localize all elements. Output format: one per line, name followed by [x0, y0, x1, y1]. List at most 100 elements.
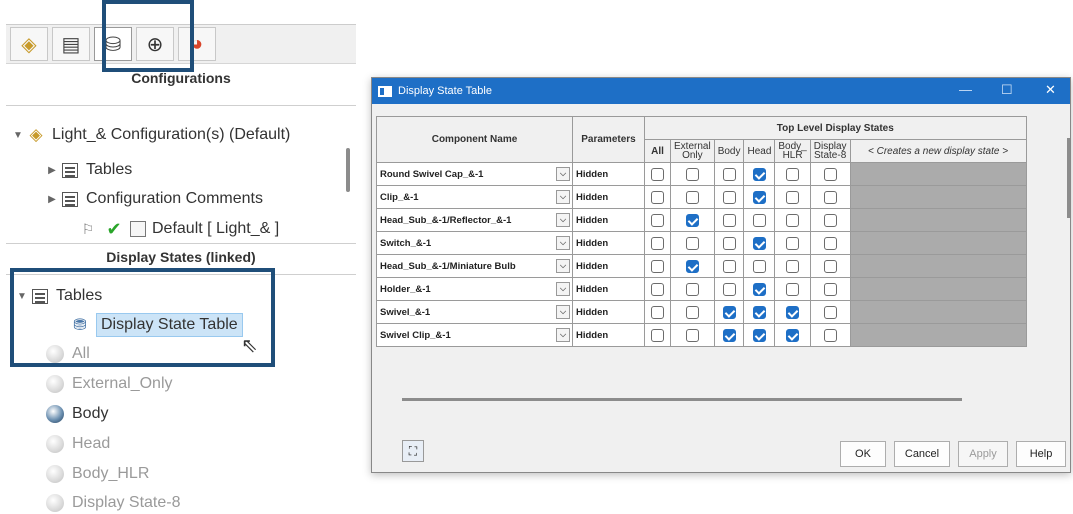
display-state-checkbox[interactable] — [786, 190, 800, 204]
display-state-body-hlr[interactable]: Body_HLR — [46, 465, 149, 483]
display-state-checkbox[interactable] — [786, 213, 800, 227]
component-name-cell[interactable]: Swivel Clip_&-1 ⌵ — [376, 323, 573, 347]
display-state-checkbox[interactable] — [823, 305, 837, 319]
dropdown-icon[interactable]: ⌵ — [556, 167, 570, 181]
display-state-checkbox[interactable] — [752, 213, 766, 227]
maximize-icon[interactable]: ☐ — [1001, 82, 1013, 98]
display-state-checkbox[interactable] — [651, 282, 664, 296]
component-name-cell[interactable]: Holder_&-1 ⌵ — [376, 277, 573, 301]
display-state-checkbox[interactable] — [722, 305, 736, 319]
display-state-checkbox[interactable] — [722, 282, 736, 296]
display-state-checkbox[interactable] — [786, 305, 800, 319]
display-state-checkbox[interactable] — [752, 190, 766, 204]
display-state-external-only[interactable]: External_Only — [46, 375, 173, 393]
display-state-checkbox[interactable] — [651, 259, 664, 273]
display-state-checkbox[interactable] — [685, 259, 699, 273]
display-state-checkbox[interactable] — [752, 259, 766, 273]
display-state-all[interactable]: All — [46, 345, 90, 363]
dropdown-icon[interactable]: ⌵ — [556, 213, 570, 227]
display-state-checkbox[interactable] — [823, 282, 837, 296]
tree-item-tables[interactable]: ▶ Tables — [44, 160, 132, 180]
display-state-checkbox[interactable] — [786, 167, 800, 181]
dropdown-icon[interactable]: ⌵ — [556, 282, 570, 296]
display-state-checkbox[interactable] — [685, 236, 699, 250]
display-state-checkbox[interactable] — [752, 305, 766, 319]
display-state-checkbox[interactable] — [823, 167, 837, 181]
help-button[interactable]: Help — [1016, 441, 1066, 467]
display-state-checkbox[interactable] — [786, 328, 800, 342]
grid-horizontal-scrollbar[interactable] — [402, 398, 962, 401]
apply-button[interactable]: Apply — [958, 441, 1008, 467]
minimize-icon[interactable]: — — [959, 82, 972, 97]
help-image-icon[interactable]: ⛶ — [402, 440, 424, 462]
checkbox-cell — [644, 277, 671, 301]
display-state-checkbox[interactable] — [823, 236, 837, 250]
component-name-cell[interactable]: Round Swivel Cap_&-1 ⌵ — [376, 162, 573, 186]
display-state-checkbox[interactable] — [752, 328, 766, 342]
tree-item-default-config[interactable]: ⚐ ✔ Default [ Light_& ] — [78, 219, 279, 239]
component-name-cell[interactable]: Clip_&-1 ⌵ — [376, 185, 573, 209]
display-state-checkbox[interactable] — [685, 190, 699, 204]
display-state-checkbox[interactable] — [685, 213, 699, 227]
dialog-title-bar[interactable]: Display State Table — ☐ ✕ — [372, 78, 1070, 104]
display-state-8[interactable]: Display State-8 — [46, 494, 181, 512]
display-state-checkbox[interactable] — [823, 190, 837, 204]
display-state-checkbox[interactable] — [722, 328, 736, 342]
display-state-checkbox[interactable] — [685, 167, 699, 181]
property-list-icon[interactable]: ▤ — [52, 27, 90, 61]
display-manager-icon[interactable]: ◕ — [178, 27, 216, 61]
close-icon[interactable]: ✕ — [1045, 82, 1056, 98]
expand-arrow-icon[interactable]: ▶ — [44, 194, 60, 205]
collapse-arrow-icon[interactable]: ▼ — [14, 291, 30, 302]
display-state-checkbox[interactable] — [722, 213, 736, 227]
tree-item-comments[interactable]: ▶ Configuration Comments — [44, 189, 263, 209]
display-tree-tables[interactable]: ▼ Tables — [14, 286, 102, 306]
dropdown-icon[interactable]: ⌵ — [556, 328, 570, 342]
display-state-checkbox[interactable] — [651, 213, 664, 227]
cancel-button[interactable]: Cancel — [894, 441, 950, 467]
dropdown-icon[interactable]: ⌵ — [556, 236, 570, 250]
display-state-checkbox[interactable] — [722, 190, 736, 204]
tree-root[interactable]: ▼ ◈ Light_& Configuration(s) (Default) — [10, 125, 290, 145]
tree-scrollbar[interactable] — [346, 148, 350, 192]
configuration-manager-icon[interactable]: ⛁ — [94, 27, 132, 61]
ok-button[interactable]: OK — [840, 441, 886, 467]
display-state-checkbox[interactable] — [722, 167, 736, 181]
display-state-checkbox[interactable] — [752, 167, 766, 181]
display-state-checkbox[interactable] — [685, 282, 699, 296]
part-icon[interactable]: ◈ — [10, 27, 48, 61]
display-state-checkbox[interactable] — [823, 213, 837, 227]
display-state-checkbox[interactable] — [823, 328, 837, 342]
checkbox-cell — [644, 162, 671, 186]
expand-arrow-icon[interactable]: ▶ — [44, 165, 60, 176]
display-state-checkbox[interactable] — [786, 259, 800, 273]
dropdown-icon[interactable]: ⌵ — [556, 259, 570, 273]
display-state-checkbox[interactable] — [752, 236, 766, 250]
display-state-checkbox[interactable] — [651, 305, 664, 319]
display-state-checkbox[interactable] — [786, 282, 800, 296]
display-state-head[interactable]: Head — [46, 435, 110, 453]
dropdown-icon[interactable]: ⌵ — [556, 190, 570, 204]
component-name-cell[interactable]: Head_Sub_&-1/Reflector_&-1 ⌵ — [376, 208, 573, 232]
component-name-cell[interactable]: Switch_&-1 ⌵ — [376, 231, 573, 255]
display-state-checkbox[interactable] — [651, 190, 664, 204]
display-state-checkbox[interactable] — [722, 236, 736, 250]
grid-vertical-scrollbar[interactable] — [1067, 138, 1070, 218]
display-state-checkbox[interactable] — [651, 167, 664, 181]
display-state-checkbox[interactable] — [651, 328, 664, 342]
display-state-checkbox[interactable] — [786, 236, 800, 250]
display-state-table-item[interactable]: ⛃ Display State Table — [70, 313, 243, 337]
dimxpert-icon[interactable]: ⊕ — [136, 27, 174, 61]
new-display-state-header[interactable]: < Creates a new display state > — [849, 139, 1027, 163]
component-name-cell[interactable]: Head_Sub_&-1/Miniature Bulb ⌵ — [376, 254, 573, 278]
display-state-checkbox[interactable] — [651, 236, 664, 250]
display-state-body[interactable]: Body — [46, 405, 108, 423]
display-state-checkbox[interactable] — [752, 282, 766, 296]
collapse-arrow-icon[interactable]: ▼ — [10, 130, 26, 141]
component-name-cell[interactable]: Swivel_&-1 ⌵ — [376, 300, 573, 324]
display-state-checkbox[interactable] — [685, 328, 699, 342]
display-state-checkbox[interactable] — [685, 305, 699, 319]
display-state-checkbox[interactable] — [722, 259, 736, 273]
display-state-checkbox[interactable] — [823, 259, 837, 273]
dropdown-icon[interactable]: ⌵ — [556, 305, 570, 319]
